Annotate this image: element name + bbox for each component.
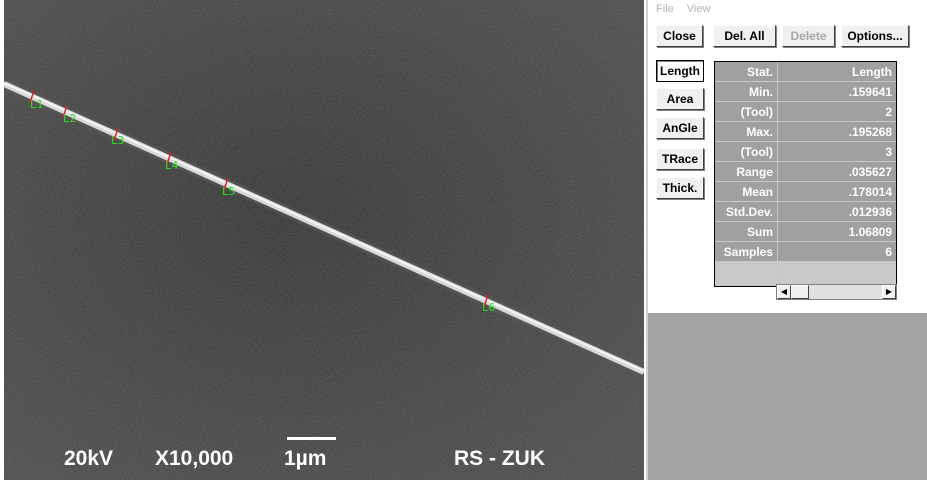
sem-image[interactable]: L1 L2 L3 L4 L5 L6 20kV X10,000 1µm RS - … bbox=[4, 0, 644, 480]
stat-value: 2 bbox=[778, 102, 896, 122]
marker-label-l5: L5 bbox=[222, 185, 236, 198]
table-row: Range .035627 bbox=[715, 162, 896, 182]
table-row: (Tool) 3 bbox=[715, 142, 896, 162]
scroll-right-arrow-icon[interactable]: ▶ bbox=[882, 285, 896, 299]
empty-cell bbox=[778, 262, 896, 286]
panel-empty-area bbox=[648, 313, 927, 480]
table-row: Mean .178014 bbox=[715, 182, 896, 202]
table-row: Std.Dev. .012936 bbox=[715, 202, 896, 222]
scale-caption: 1µm bbox=[284, 447, 327, 470]
marker-label-l6: L6 bbox=[482, 301, 496, 314]
delete-button[interactable]: Delete bbox=[782, 25, 835, 47]
statistics-table: Stat. Length Min. .159641 (Tool) 2 Max. … bbox=[714, 61, 897, 287]
scroll-left-arrow-icon[interactable]: ◀ bbox=[777, 285, 791, 299]
stat-value: .012936 bbox=[778, 202, 896, 222]
header-stat: Stat. bbox=[715, 62, 778, 82]
voltage-caption: 20kV bbox=[64, 447, 114, 470]
options-button[interactable]: Options... bbox=[841, 25, 909, 47]
sem-noise bbox=[4, 0, 644, 480]
stat-value: .159641 bbox=[778, 82, 896, 102]
stat-value: 1.06809 bbox=[778, 222, 896, 242]
stat-value: .195268 bbox=[778, 122, 896, 142]
table-row: Max. .195268 bbox=[715, 122, 896, 142]
stat-label: (Tool) bbox=[715, 102, 778, 122]
stat-label: (Tool) bbox=[715, 142, 778, 162]
scroll-thumb[interactable] bbox=[791, 285, 809, 299]
close-button[interactable]: Close bbox=[656, 25, 703, 47]
table-row: Sum 1.06809 bbox=[715, 222, 896, 242]
table-row: Min. .159641 bbox=[715, 82, 896, 102]
stat-label: Sum bbox=[715, 222, 778, 242]
header-length: Length bbox=[778, 62, 896, 82]
menu-view[interactable]: View bbox=[687, 3, 711, 15]
angle-tool-button[interactable]: AnGle bbox=[656, 117, 704, 139]
empty-cell bbox=[715, 262, 778, 286]
stat-label: Min. bbox=[715, 82, 778, 102]
stat-label: Max. bbox=[715, 122, 778, 142]
marker-label-l2: L2 bbox=[63, 112, 77, 125]
stat-value: .178014 bbox=[778, 182, 896, 202]
stat-label: Mean bbox=[715, 182, 778, 202]
stat-value: 6 bbox=[778, 242, 896, 262]
sem-canvas bbox=[4, 0, 644, 480]
stat-value: 3 bbox=[778, 142, 896, 162]
sample-label-caption: RS - ZUK bbox=[454, 447, 545, 470]
marker-label-l1: L1 bbox=[30, 98, 44, 111]
table-row: (Tool) 2 bbox=[715, 102, 896, 122]
table-header-row: Stat. Length bbox=[715, 62, 896, 82]
table-row: Samples 6 bbox=[715, 242, 896, 262]
magnification-caption: X10,000 bbox=[155, 447, 234, 470]
marker-label-l3: L3 bbox=[111, 134, 125, 147]
trace-tool-button[interactable]: TRace bbox=[656, 148, 704, 170]
delete-all-button[interactable]: Del. All bbox=[713, 25, 776, 47]
stat-label: Samples bbox=[715, 242, 778, 262]
area-tool-button[interactable]: Area bbox=[656, 88, 704, 110]
length-tool-button[interactable]: Length bbox=[656, 60, 704, 82]
stat-value: .035627 bbox=[778, 162, 896, 182]
marker-label-l4: L4 bbox=[165, 159, 179, 172]
table-horizontal-scrollbar[interactable]: ◀ ▶ bbox=[776, 284, 897, 300]
stat-label: Range bbox=[715, 162, 778, 182]
menu-file[interactable]: File bbox=[656, 3, 674, 15]
thickness-tool-button[interactable]: Thick. bbox=[656, 177, 704, 199]
scale-bar bbox=[287, 437, 336, 440]
menu-bar: File View bbox=[656, 3, 720, 17]
stat-label: Std.Dev. bbox=[715, 202, 778, 222]
table-empty-row bbox=[715, 262, 896, 286]
